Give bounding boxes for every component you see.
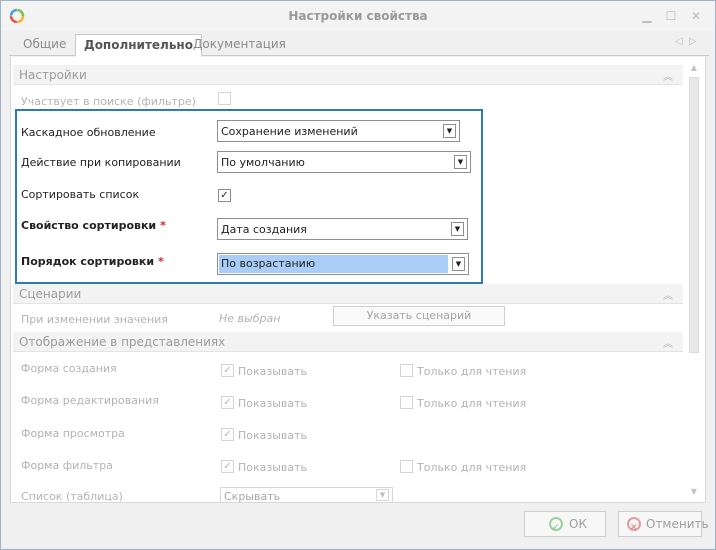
check-circle-icon: ✓ bbox=[549, 517, 563, 533]
tab-documentation[interactable]: Документация bbox=[185, 34, 294, 56]
on-change-value: Не выбран bbox=[219, 312, 281, 325]
list-table-value: Скрывать bbox=[224, 490, 281, 503]
filter-form-show-checkbox[interactable]: ✓ bbox=[221, 460, 234, 473]
tab-scroll-right-icon[interactable]: ▷ bbox=[689, 36, 697, 47]
section-title: Отображение в представлениях bbox=[19, 335, 226, 349]
filter-form-label: Форма фильтра bbox=[21, 459, 113, 472]
collapse-icon[interactable]: ︽ bbox=[663, 287, 673, 302]
view-form-show-checkbox[interactable]: ✓ bbox=[221, 428, 234, 441]
show-label: Показывать bbox=[238, 461, 308, 474]
list-table-label: Список (таблица) bbox=[21, 490, 123, 503]
create-form-label: Форма создания bbox=[21, 362, 117, 375]
section-title: Настройки bbox=[19, 68, 87, 82]
create-form-readonly-checkbox[interactable] bbox=[400, 364, 413, 377]
title-bar: Настройки свойства ▁ ☐ ✕ bbox=[1, 1, 715, 31]
collapse-icon[interactable]: ︽ bbox=[663, 68, 673, 83]
tab-general[interactable]: Общие bbox=[15, 34, 74, 56]
tab-advanced[interactable]: Дополнительно bbox=[75, 34, 202, 57]
cancel-circle-icon: ✕ bbox=[627, 517, 641, 533]
tab-bar: Общие Дополнительно Документация ◁ ▷ bbox=[9, 34, 709, 57]
vertical-scrollbar[interactable]: ▲ ▼ bbox=[687, 63, 701, 499]
list-table-select[interactable]: Скрывать ▼ bbox=[220, 487, 393, 503]
set-scenario-button[interactable]: Указать сценарий bbox=[333, 306, 505, 326]
scroll-thumb[interactable] bbox=[689, 77, 699, 353]
filter-form-readonly-checkbox[interactable] bbox=[400, 460, 413, 473]
maximize-icon[interactable]: ☐ bbox=[662, 8, 680, 24]
search-filter-checkbox[interactable] bbox=[218, 92, 231, 105]
search-filter-label: Участвует в поиске (фильтре) bbox=[21, 95, 196, 108]
cancel-button[interactable]: ✕ Отменить bbox=[618, 511, 709, 537]
edit-form-readonly-checkbox[interactable] bbox=[400, 396, 413, 409]
scenarios-section-header[interactable]: Сценарии ︽ bbox=[13, 284, 683, 304]
chevron-down-icon[interactable]: ▼ bbox=[376, 489, 389, 501]
readonly-label: Только для чтения bbox=[417, 365, 527, 378]
settings-section-header[interactable]: Настройки ︽ bbox=[13, 65, 683, 85]
readonly-label: Только для чтения bbox=[417, 461, 527, 474]
edit-form-show-checkbox[interactable]: ✓ bbox=[221, 396, 234, 409]
show-label: Показывать bbox=[238, 365, 308, 378]
window-title: Настройки свойства bbox=[288, 9, 428, 23]
close-icon[interactable]: ✕ bbox=[687, 8, 705, 24]
ok-button-label: ОК bbox=[569, 517, 587, 531]
edit-form-label: Форма редактирования bbox=[21, 394, 159, 407]
minimize-icon[interactable]: ▁ bbox=[638, 8, 656, 24]
show-label: Показывать bbox=[238, 429, 308, 442]
focus-highlight-frame bbox=[15, 109, 483, 284]
readonly-label: Только для чтения bbox=[417, 397, 527, 410]
views-section-header[interactable]: Отображение в представлениях ︽ bbox=[13, 332, 683, 352]
property-settings-window: Настройки свойства ▁ ☐ ✕ Общие Дополните… bbox=[0, 0, 716, 550]
create-form-show-checkbox[interactable]: ✓ bbox=[221, 364, 234, 377]
view-form-label: Форма просмотра bbox=[21, 427, 125, 440]
cancel-button-label: Отменить bbox=[646, 517, 709, 531]
show-label: Показывать bbox=[238, 397, 308, 410]
scroll-down-icon[interactable]: ▼ bbox=[687, 487, 701, 499]
section-title: Сценарии bbox=[19, 287, 82, 301]
collapse-icon[interactable]: ︽ bbox=[663, 335, 673, 350]
scroll-up-icon[interactable]: ▲ bbox=[687, 63, 701, 75]
on-change-label: При изменении значения bbox=[21, 313, 168, 326]
ok-button[interactable]: ✓ ОК bbox=[524, 511, 606, 537]
tab-scroll-left-icon[interactable]: ◁ bbox=[675, 36, 683, 47]
